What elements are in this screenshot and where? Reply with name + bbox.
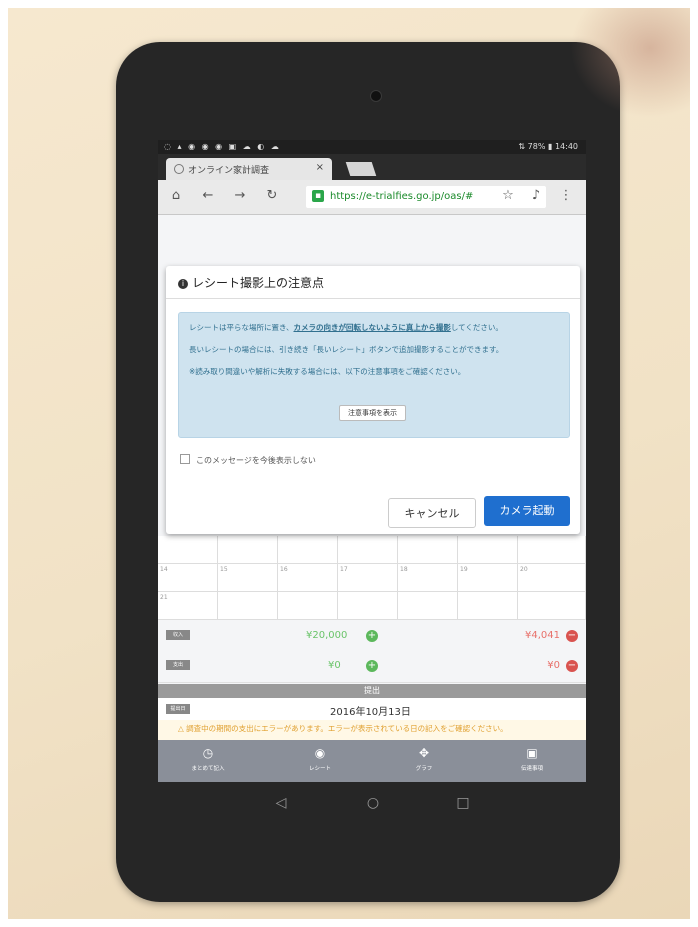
section-header: 提出 (158, 684, 586, 698)
calendar-cell[interactable] (518, 536, 586, 564)
info-line-3: ※読み取り間違いや解析に失敗する場合には、以下の注意事項をご確認ください。 (189, 367, 466, 376)
forward-icon[interactable]: → (232, 188, 248, 204)
graph-icon: ✥ (418, 746, 430, 760)
calendar-cell[interactable] (278, 592, 338, 620)
info-text: してください。 (450, 323, 503, 332)
dont-show-again-checkbox[interactable]: このメッセージを今後表示しない (180, 454, 316, 466)
nav-item-graph[interactable]: ✥ グラフ (384, 746, 464, 772)
info-alert: レシートは平らな場所に置き、カメラの向きが回転しないように真上から撮影してくださ… (178, 312, 570, 438)
message-icon: ▣ (526, 746, 538, 760)
info-icon: i (178, 279, 188, 289)
calendar-cell[interactable]: 18 (398, 564, 458, 592)
expense-value: ¥0 (547, 660, 560, 671)
show-tips-button[interactable]: 注意事項を表示 (339, 405, 406, 421)
plus-icon[interactable]: + (366, 630, 378, 642)
checkbox-box[interactable] (180, 454, 190, 464)
calendar-cell[interactable] (458, 536, 518, 564)
income-value: ¥20,000 (306, 630, 348, 641)
calendar-cell[interactable] (338, 536, 398, 564)
mic-icon[interactable]: ♪ (528, 188, 544, 204)
reload-icon[interactable]: ↻ (264, 188, 280, 204)
calendar-cell[interactable]: 21 (158, 592, 218, 620)
calendar-cell[interactable]: 14 (158, 564, 218, 592)
summary-row-expense: 支出 ¥0 + ¥0 − (158, 652, 586, 683)
status-icons-right: ⇅ 78% ▮ 14:40 (518, 142, 578, 151)
cancel-button[interactable]: キャンセル (388, 498, 476, 528)
submit-date: 2016年10月13日 (330, 707, 411, 718)
plus-icon[interactable]: + (366, 660, 378, 672)
photo-background: ◌ ▴ ◉ ◉ ◉ ▣ ☁ ◐ ☁ ⇅ 78% ▮ 14:40 オンライン家計調… (8, 8, 690, 919)
home-nav-icon[interactable]: ○ (362, 792, 384, 814)
recents-nav-icon[interactable]: □ (452, 792, 474, 814)
star-icon[interactable]: ☆ (500, 188, 516, 204)
calendar-cell[interactable]: 16 (278, 564, 338, 592)
calendar-cell[interactable] (458, 592, 518, 620)
row-tag: 収入 (166, 630, 190, 640)
bottom-nav: ◷ まとめて記入 ◉ レシート ✥ グラフ ▣ 伝達事項 (158, 740, 586, 782)
calendar-cell[interactable] (218, 592, 278, 620)
minus-icon[interactable]: − (566, 630, 578, 642)
tablet-device: ◌ ▴ ◉ ◉ ◉ ▣ ☁ ◐ ☁ ⇅ 78% ▮ 14:40 オンライン家計調… (116, 42, 620, 902)
home-icon[interactable]: ⌂ (168, 188, 184, 204)
summary-row-income: 収入 ¥20,000 + ¥4,041 − (158, 622, 586, 653)
secure-lock-icon: ▪ (312, 190, 324, 202)
row-tag: 提出日 (166, 704, 190, 714)
nav-item-bulk-entry[interactable]: ◷ まとめて記入 (168, 746, 248, 772)
clock-icon: ◷ (202, 746, 214, 760)
status-icons-left: ◌ ▴ ◉ ◉ ◉ ▣ ☁ ◐ ☁ (164, 142, 281, 151)
calendar-cell[interactable] (518, 592, 586, 620)
dialog-title: i レシート撮影上の注意点 (178, 274, 324, 291)
dialog-title-text: レシート撮影上の注意点 (192, 276, 325, 290)
calendar-grid: 14 15 16 17 18 19 20 21 (158, 536, 586, 620)
calendar-cell[interactable]: 19 (458, 564, 518, 592)
nav-item-messages[interactable]: ▣ 伝達事項 (492, 746, 572, 772)
info-line-2: 長いレシートの場合には、引き続き「長いレシート」ボタンで追加撮影することができま… (189, 345, 504, 354)
nav-item-receipt[interactable]: ◉ レシート (280, 746, 360, 772)
dialog-divider (166, 298, 580, 299)
launch-camera-button[interactable]: カメラ起動 (484, 496, 570, 526)
nav-label: まとめて記入 (191, 766, 225, 772)
tab-title: オンライン家計調査 (188, 166, 270, 176)
calendar-cell[interactable]: 20 (518, 564, 586, 592)
browser-tab[interactable]: オンライン家計調査 × (166, 158, 332, 180)
system-nav-bar: ◁ ○ □ (116, 784, 620, 824)
browser-toolbar: ⌂ ← → ↻ ▪ https://e-trialfies.go.jp/oas/… (158, 180, 586, 215)
calendar-cell[interactable]: 15 (218, 564, 278, 592)
nav-label: グラフ (415, 766, 433, 772)
status-bar: ◌ ▴ ◉ ◉ ◉ ▣ ☁ ◐ ☁ ⇅ 78% ▮ 14:40 (158, 140, 586, 154)
calendar-cell[interactable] (278, 536, 338, 564)
tab-close-icon[interactable]: × (316, 162, 324, 173)
tablet-screen: ◌ ▴ ◉ ◉ ◉ ▣ ☁ ◐ ☁ ⇅ 78% ▮ 14:40 オンライン家計調… (158, 140, 586, 782)
nav-label: レシート (308, 766, 331, 772)
calendar-cell[interactable] (158, 536, 218, 564)
back-icon[interactable]: ← (200, 188, 216, 204)
calendar-cell[interactable] (338, 592, 398, 620)
receipt-tips-dialog: i レシート撮影上の注意点 レシートは平らな場所に置き、カメラの向きが回転しないよ… (166, 266, 580, 534)
calendar-cell[interactable] (398, 592, 458, 620)
calendar-cell[interactable]: 17 (338, 564, 398, 592)
checkbox-label: このメッセージを今後表示しない (196, 456, 316, 465)
browser-tabstrip: オンライン家計調査 × (158, 154, 586, 180)
info-text: レシートは平らな場所に置き、 (189, 323, 294, 332)
page-favicon-icon (174, 164, 184, 174)
more-icon[interactable]: ⋮ (558, 188, 574, 204)
info-emphasis: カメラの向きが回転しないように真上から撮影 (293, 323, 451, 332)
submit-date-row: 提出日 2016年10月13日 (158, 698, 586, 721)
back-nav-icon[interactable]: ◁ (270, 792, 292, 814)
income-value: ¥0 (328, 660, 341, 671)
calendar-cell[interactable] (218, 536, 278, 564)
new-tab-button[interactable] (345, 162, 377, 176)
expense-value: ¥4,041 (525, 630, 560, 641)
calendar-cell[interactable] (398, 536, 458, 564)
front-camera (370, 90, 382, 102)
url-text: https://e-trialfies.go.jp/oas/# (330, 191, 474, 202)
row-tag: 支出 (166, 660, 190, 670)
minus-icon[interactable]: − (566, 660, 578, 672)
camera-icon: ◉ (314, 746, 326, 760)
nav-label: 伝達事項 (520, 766, 543, 772)
info-line-1: レシートは平らな場所に置き、カメラの向きが回転しないように真上から撮影してくださ… (179, 322, 513, 333)
